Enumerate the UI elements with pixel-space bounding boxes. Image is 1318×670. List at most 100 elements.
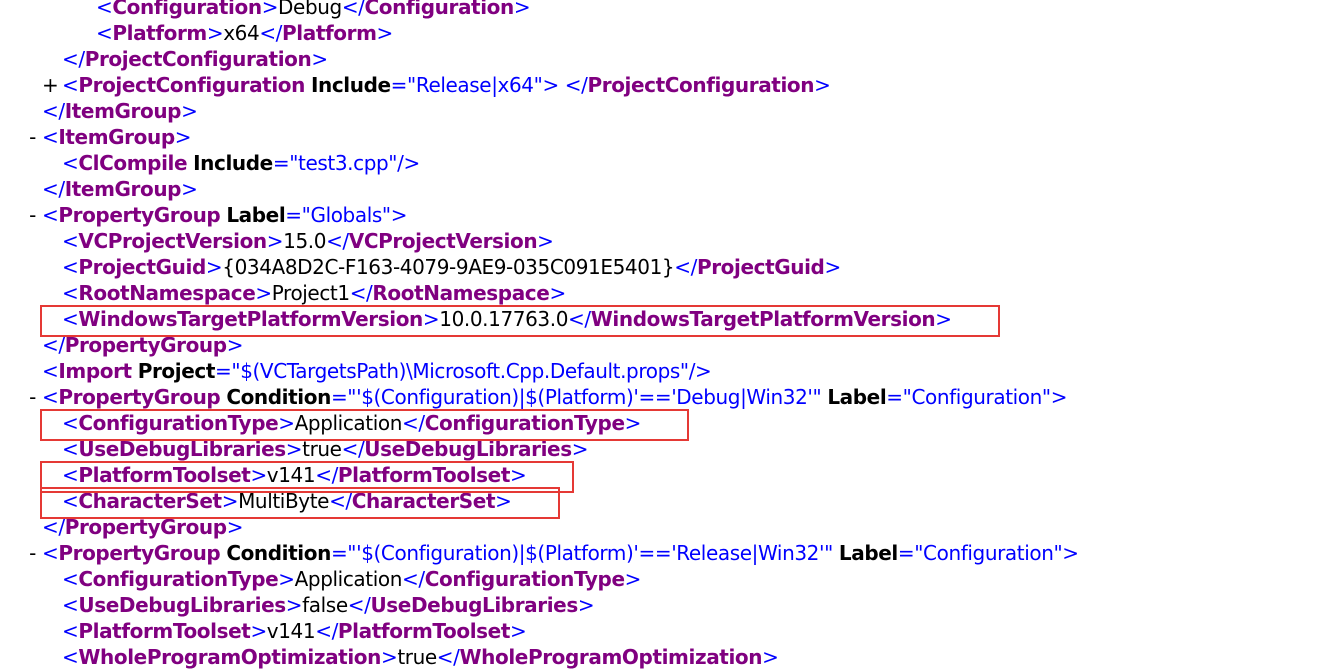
xml-tag-name: VCProjectVersion (78, 229, 267, 253)
xml-punctuation: " (388, 151, 398, 175)
xml-tag-name: Platform (282, 21, 377, 45)
xml-punctuation: > (537, 229, 554, 253)
xml-line-content: <PlatformToolset>v141</PlatformToolset> (62, 618, 527, 644)
xml-tag-name: ItemGroup (58, 125, 175, 149)
xml-punctuation: > (380, 645, 398, 669)
xml-punctuation: > (181, 99, 198, 123)
xml-punctuation: > (549, 281, 566, 305)
xml-punctuation: </ (326, 229, 349, 253)
xml-tag-name: RootNamespace (78, 281, 256, 305)
xml-tag-name: PropertyGroup (58, 203, 221, 227)
xml-punctuation: > (390, 203, 408, 227)
xml-attribute-value: test3.cpp (298, 151, 389, 175)
xml-punctuation: > (762, 645, 779, 669)
xml-punctuation: < (62, 619, 79, 643)
xml-punctuation: </ (347, 593, 371, 617)
xml-attribute-name: Project (137, 359, 216, 383)
xml-tag-name: PlatformToolset (337, 619, 510, 643)
xml-tag-name: WholeProgramOptimization (78, 645, 381, 669)
xml-tag-name: ProjectGuid (696, 255, 825, 279)
xml-punctuation: < (42, 203, 59, 227)
xml-tag-name: Platform (112, 21, 207, 45)
xml-punctuation: </ (259, 21, 283, 45)
xml-punctuation: > (181, 177, 198, 201)
collapse-toggle[interactable]: - (22, 384, 36, 410)
xml-line-content: <VCProjectVersion>15.0</VCProjectVersion… (62, 228, 554, 254)
xml-punctuation: > (311, 47, 328, 71)
xml-text-content: true (397, 645, 437, 669)
xml-tag-name: UseDebugLibraries (370, 593, 578, 617)
xml-line-content: <PropertyGroup Label="Globals"> (42, 202, 407, 228)
xml-line-content: <UseDebugLibraries>false</UseDebugLibrar… (62, 592, 595, 618)
xml-punctuation: > (1062, 541, 1079, 565)
xml-punctuation: " (824, 541, 833, 565)
xml-punctuation: </ (315, 619, 338, 643)
xml-tag-name: Configuration (112, 0, 262, 19)
xml-attribute-value: Globals (310, 203, 382, 227)
xml-punctuation: > (255, 281, 272, 305)
xml-punctuation: /> (397, 151, 420, 175)
xml-punctuation: > (174, 125, 192, 149)
xml-tag-name: ClCompile (78, 151, 188, 175)
xml-tag-name: PropertyGroup (58, 541, 221, 565)
xml-line-content: </ItemGroup> (42, 176, 198, 202)
xml-tag-name: ProjectConfiguration (78, 73, 305, 97)
xml-punctuation: > (1050, 385, 1068, 409)
highlight-box (40, 305, 1000, 337)
xml-punctuation: < (62, 567, 79, 591)
collapse-toggle[interactable]: - (22, 540, 36, 566)
xml-punctuation: =" (330, 541, 357, 565)
xml-punctuation: > (205, 255, 223, 279)
xml-tag-name: ConfigurationType (78, 567, 279, 591)
xml-text-content: false (302, 593, 348, 617)
collapse-toggle[interactable]: - (22, 124, 36, 150)
xml-attribute-value: '$(Configuration)|$(Platform)'=='Debug|W… (356, 385, 813, 409)
xml-tag-name: ItemGroup (64, 99, 182, 123)
xml-punctuation: < (62, 593, 79, 617)
xml-attribute-name: Include (193, 151, 273, 175)
xml-punctuation: > (577, 593, 595, 617)
xml-punctuation: </ (564, 73, 588, 97)
xml-punctuation: =" (285, 203, 311, 227)
xml-punctuation: </ (341, 0, 365, 19)
xml-text-content: x64 (223, 21, 260, 45)
xml-line-content: <ClCompile Include="test3.cpp"/> (62, 150, 420, 176)
xml-attribute-value: Release|x64 (415, 73, 534, 97)
xml-punctuation: < (62, 255, 79, 279)
xml-punctuation: < (42, 541, 59, 565)
xml-attribute-value: '$(Configuration)|$(Platform)'=='Release… (356, 541, 825, 565)
xml-line-content: </ItemGroup> (42, 98, 198, 124)
xml-punctuation: < (42, 125, 59, 149)
xml-text-content: 15.0 (283, 229, 327, 253)
xml-tag-name: Configuration (364, 0, 515, 19)
xml-text-content: Project1 (271, 281, 350, 305)
xml-punctuation: > (261, 0, 279, 19)
highlight-box (40, 487, 560, 519)
xml-viewer: <Configuration>Debug</Configuration> <Pla… (0, 0, 1318, 669)
xml-punctuation: > (376, 21, 394, 45)
xml-punctuation: =" (215, 359, 241, 383)
xml-punctuation: =" (390, 73, 417, 97)
xml-tag-name: Import (58, 359, 132, 383)
xml-attribute-name: Condition (226, 385, 331, 409)
xml-line-content: <RootNamespace>Project1</RootNamespace> (62, 280, 566, 306)
xml-punctuation: </ (349, 281, 373, 305)
xml-line-content: <PropertyGroup Condition="'$(Configurati… (42, 540, 1079, 566)
xml-punctuation: < (62, 645, 79, 669)
collapse-toggle[interactable]: - (22, 202, 36, 228)
xml-punctuation: > (824, 255, 841, 279)
xml-text-content: v141 (266, 619, 316, 643)
xml-punctuation: =" (886, 385, 912, 409)
xml-punctuation: </ (62, 47, 85, 71)
xml-punctuation: =" (272, 151, 299, 175)
xml-tag-name: VCProjectVersion (348, 229, 538, 253)
xml-attribute-name: Include (310, 73, 391, 97)
xml-line-content: <ItemGroup> (42, 124, 192, 150)
xml-punctuation: > (513, 0, 531, 19)
xml-punctuation: > (278, 567, 295, 591)
xml-tag-name: WholeProgramOptimization (459, 645, 763, 669)
expand-toggle[interactable]: + (42, 72, 59, 98)
xml-punctuation: /> (688, 359, 712, 383)
xml-attribute-name: Condition (226, 541, 331, 565)
xml-attribute-name: Label (827, 385, 887, 409)
